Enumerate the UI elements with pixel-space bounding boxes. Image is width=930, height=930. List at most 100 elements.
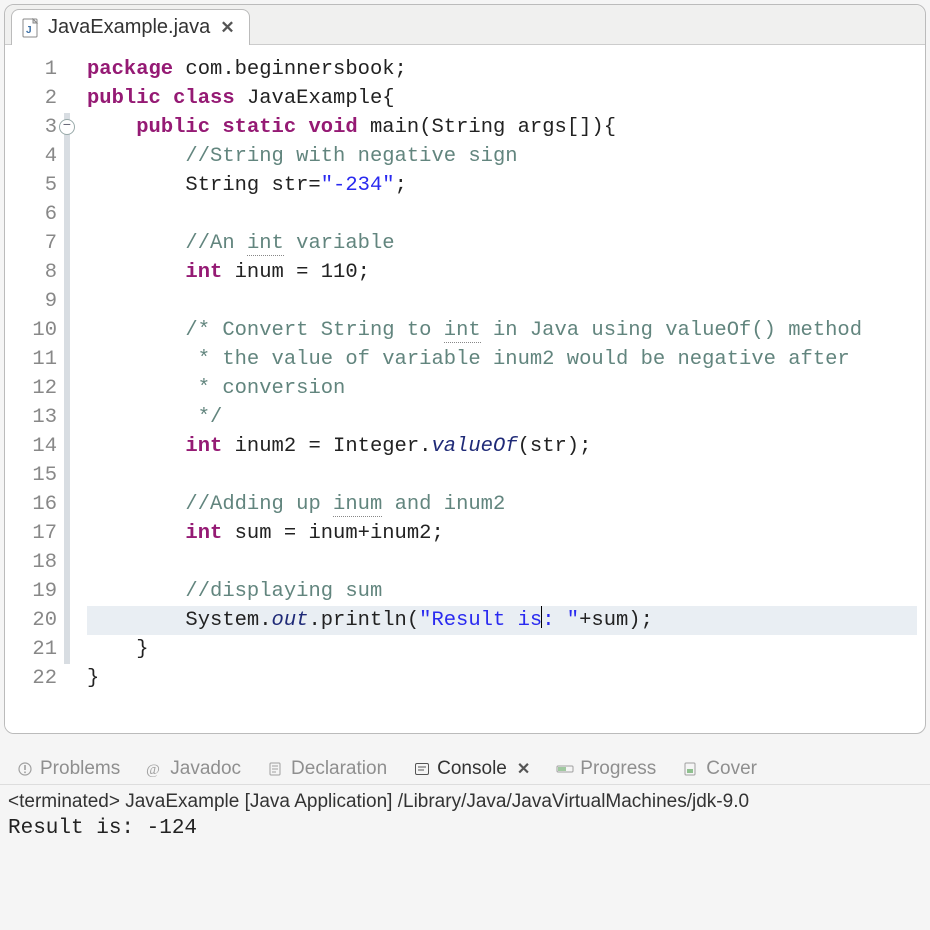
svg-text:@: @ bbox=[146, 762, 160, 777]
code-line[interactable]: * the value of variable inum2 would be n… bbox=[87, 345, 917, 374]
fold-cell bbox=[61, 258, 83, 287]
line-number: 3 bbox=[5, 113, 61, 142]
code-line[interactable]: public static void main(String args[]){ bbox=[87, 113, 917, 142]
code-token bbox=[87, 232, 185, 255]
code-line[interactable]: String str="-234"; bbox=[87, 171, 917, 200]
code-token: int bbox=[247, 232, 284, 256]
fold-cell bbox=[61, 84, 83, 113]
view-tab-declaration[interactable]: Declaration bbox=[257, 754, 397, 784]
code-token: //An bbox=[185, 232, 247, 255]
code-token: main(String args[]){ bbox=[358, 116, 616, 139]
view-tab-label: Declaration bbox=[291, 758, 387, 780]
line-number: 15 bbox=[5, 461, 61, 490]
code-token: } bbox=[87, 638, 149, 661]
close-tab-icon[interactable]: ✕ bbox=[218, 18, 236, 38]
code-line[interactable]: } bbox=[87, 664, 917, 693]
fold-cell bbox=[61, 606, 83, 635]
line-number: 8 bbox=[5, 258, 61, 287]
folding-strip[interactable]: − bbox=[61, 45, 83, 733]
line-number-gutter: 12345678910111213141516171819202122 bbox=[5, 45, 61, 733]
code-content[interactable]: package com.beginnersbook;public class J… bbox=[83, 45, 925, 733]
line-number: 18 bbox=[5, 548, 61, 577]
view-tab-coverage[interactable]: Cover bbox=[672, 754, 767, 784]
code-line[interactable]: //String with negative sign bbox=[87, 142, 917, 171]
code-token bbox=[87, 522, 185, 545]
code-token bbox=[161, 87, 173, 110]
view-tab-problems[interactable]: Problems bbox=[6, 754, 130, 784]
code-line[interactable]: System.out.println("Result is: "+sum); bbox=[87, 606, 917, 635]
fold-bar bbox=[64, 171, 70, 200]
code-line[interactable]: /* Convert String to int in Java using v… bbox=[87, 316, 917, 345]
code-line[interactable]: //An int variable bbox=[87, 229, 917, 258]
code-token: void bbox=[308, 116, 357, 139]
code-line[interactable]: int inum = 110; bbox=[87, 258, 917, 287]
line-number: 4 bbox=[5, 142, 61, 171]
fold-bar bbox=[64, 229, 70, 258]
code-token: : " bbox=[542, 609, 579, 632]
coverage-icon bbox=[682, 760, 700, 778]
fold-cell bbox=[61, 200, 83, 229]
line-number: 6 bbox=[5, 200, 61, 229]
code-line[interactable]: * conversion bbox=[87, 374, 917, 403]
code-token: /* Convert String to bbox=[185, 319, 443, 342]
code-line[interactable]: //Adding up inum and inum2 bbox=[87, 490, 917, 519]
code-line[interactable] bbox=[87, 200, 917, 229]
line-number: 20 bbox=[5, 606, 61, 635]
fold-bar bbox=[64, 461, 70, 490]
line-number: 17 bbox=[5, 519, 61, 548]
code-line[interactable]: package com.beginnersbook; bbox=[87, 55, 917, 84]
fold-cell bbox=[61, 287, 83, 316]
code-token bbox=[87, 348, 185, 371]
code-token: out bbox=[272, 609, 309, 632]
code-line[interactable] bbox=[87, 461, 917, 490]
code-line[interactable]: //displaying sum bbox=[87, 577, 917, 606]
fold-bar bbox=[64, 490, 70, 519]
code-token: class bbox=[173, 87, 235, 110]
editor-tab[interactable]: J JavaExample.java ✕ bbox=[11, 9, 250, 45]
code-token: package bbox=[87, 58, 173, 81]
code-token: int bbox=[444, 319, 481, 343]
line-number: 22 bbox=[5, 664, 61, 693]
fold-toggle-button[interactable]: − bbox=[59, 119, 75, 135]
code-token: "Result is bbox=[419, 609, 542, 632]
java-file-icon: J bbox=[22, 18, 40, 38]
view-tab-javadoc[interactable]: @Javadoc bbox=[136, 754, 251, 784]
code-token: in Java using valueOf() method bbox=[481, 319, 862, 342]
code-token: ; bbox=[395, 174, 407, 197]
fold-cell bbox=[61, 519, 83, 548]
line-number: 11 bbox=[5, 345, 61, 374]
code-token bbox=[87, 116, 136, 139]
fold-cell bbox=[61, 664, 83, 693]
fold-bar bbox=[64, 577, 70, 606]
problems-icon bbox=[16, 760, 34, 778]
bottom-panel: Problems@Javadoc Declaration Console ✕ Progr… bbox=[0, 750, 930, 842]
code-line[interactable]: } bbox=[87, 635, 917, 664]
line-number: 7 bbox=[5, 229, 61, 258]
fold-cell bbox=[61, 635, 83, 664]
code-area[interactable]: 12345678910111213141516171819202122 − pa… bbox=[5, 45, 925, 733]
fold-cell bbox=[61, 171, 83, 200]
code-token: JavaExample{ bbox=[235, 87, 395, 110]
fold-bar bbox=[64, 519, 70, 548]
view-tab-label: Progress bbox=[580, 758, 656, 780]
code-line[interactable]: */ bbox=[87, 403, 917, 432]
code-token: "-234" bbox=[321, 174, 395, 197]
fold-cell bbox=[61, 229, 83, 258]
code-line[interactable] bbox=[87, 287, 917, 316]
code-line[interactable] bbox=[87, 548, 917, 577]
editor-tab-label: JavaExample.java bbox=[48, 16, 210, 39]
view-tab-progress[interactable]: Progress bbox=[546, 754, 666, 784]
view-tab-console[interactable]: Console ✕ bbox=[403, 754, 540, 784]
fold-cell: − bbox=[61, 113, 83, 142]
code-line[interactable]: public class JavaExample{ bbox=[87, 84, 917, 113]
code-token: //String with negative sign bbox=[185, 145, 517, 168]
code-token: valueOf bbox=[431, 435, 517, 458]
code-token: inum bbox=[333, 493, 382, 517]
line-number: 13 bbox=[5, 403, 61, 432]
code-line[interactable]: int inum2 = Integer.valueOf(str); bbox=[87, 432, 917, 461]
fold-cell bbox=[61, 374, 83, 403]
code-line[interactable]: int sum = inum+inum2; bbox=[87, 519, 917, 548]
code-token: inum = 110; bbox=[222, 261, 370, 284]
close-view-icon[interactable]: ✕ bbox=[513, 759, 530, 779]
view-tab-label: Console bbox=[437, 758, 507, 780]
